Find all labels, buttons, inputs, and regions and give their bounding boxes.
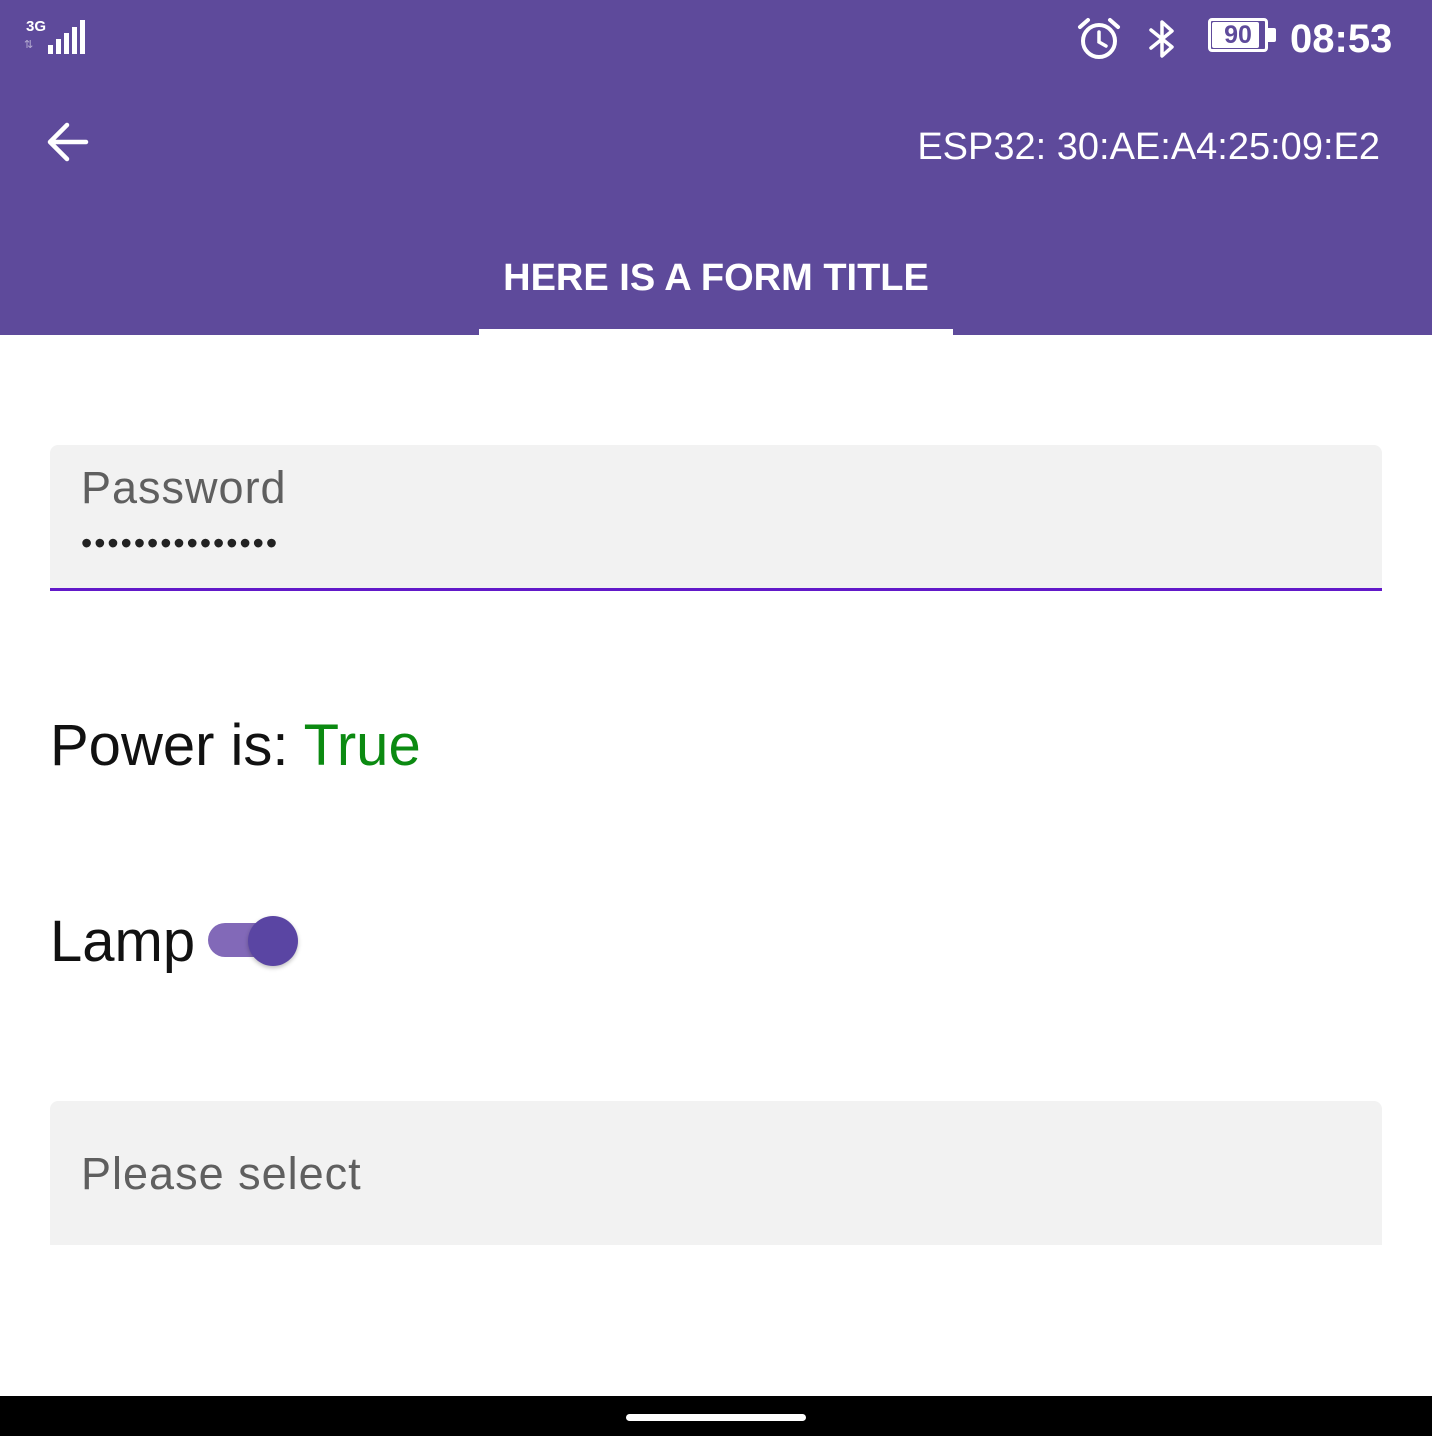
select-dropdown[interactable]: Please select: [50, 1101, 1382, 1245]
arrow-back-icon: [47, 122, 89, 162]
password-input[interactable]: •••••••••••••••: [81, 523, 279, 563]
back-button[interactable]: [36, 110, 100, 174]
device-title: ESP32: 30:AE:A4:25:09:E2: [917, 126, 1380, 168]
navigation-bar: [0, 1396, 1432, 1436]
status-clock: 08:53: [1290, 17, 1393, 61]
data-activity-icon: ⇅: [24, 39, 34, 51]
tab-form-title[interactable]: HERE IS A FORM TITLE: [479, 230, 953, 335]
switch-thumb: [248, 916, 298, 966]
power-status: Power is: True: [50, 712, 421, 780]
network-type-label: 3G: [26, 18, 47, 35]
power-status-value: True: [303, 713, 421, 778]
lamp-label: Lamp: [50, 909, 196, 974]
alarm-icon: [1078, 18, 1120, 59]
tab-indicator: [479, 329, 953, 335]
password-field[interactable]: Password •••••••••••••••: [50, 445, 1382, 591]
power-status-label: Power is:: [50, 713, 304, 778]
password-label: Password: [81, 462, 287, 513]
app-bar: 3G ⇅ 90 08:53 ESP32: 30:AE:A4:25:09:E2 H…: [0, 0, 1432, 335]
battery-level-text: 90: [1224, 21, 1252, 49]
signal-icon: [48, 20, 85, 54]
home-indicator[interactable]: [626, 1414, 806, 1421]
tab-label: HERE IS A FORM TITLE: [503, 257, 929, 299]
battery-icon: 90: [1208, 18, 1276, 58]
select-placeholder: Please select: [81, 1148, 362, 1199]
status-bar: 3G ⇅ 90 08:53: [0, 0, 1432, 80]
bluetooth-icon: [1149, 20, 1174, 58]
lamp-toggle[interactable]: [208, 914, 300, 966]
